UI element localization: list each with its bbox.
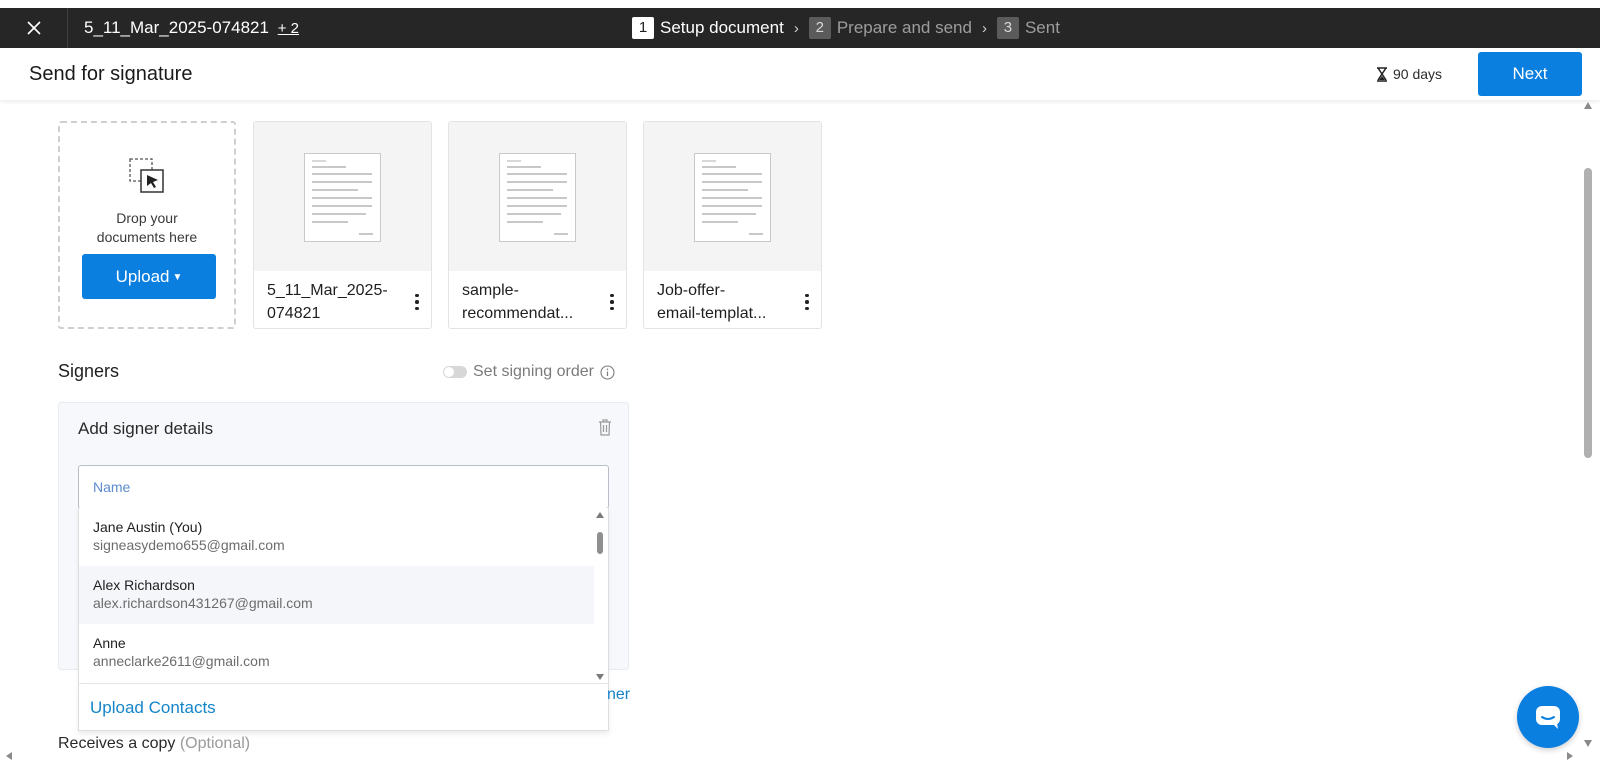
signing-order-toggle[interactable] (443, 366, 467, 378)
contacts-dropdown: Jane Austin (You) signeasydemo655@gmail.… (78, 508, 609, 683)
hourglass-icon (1377, 66, 1387, 82)
signer-card-title: Add signer details (78, 419, 214, 438)
contact-name: Anne (93, 635, 126, 651)
contact-option[interactable]: Jane Austin (You) signeasydemo655@gmail.… (79, 508, 594, 566)
document-card[interactable]: sample- recommendat... (448, 121, 627, 329)
document-name-line1: 5_11_Mar_2025- (267, 282, 388, 299)
page-title: Send for signature (29, 63, 193, 85)
contact-email: alex.richardson431267@gmail.com (93, 595, 313, 611)
signing-order-control: Set signing order (443, 363, 615, 381)
step-number: 3 (996, 17, 1019, 39)
caret-down-icon: ▼ (172, 271, 183, 283)
dropzone-text: Drop your documents here (60, 209, 234, 247)
upload-contacts-footer: Upload Contacts (78, 683, 609, 731)
add-signer-link[interactable]: ner (607, 686, 630, 704)
step-label: Sent (1024, 18, 1060, 37)
upload-button[interactable]: Upload ▼ (82, 254, 216, 299)
chevron-right-icon: › (981, 19, 987, 37)
document-card[interactable]: Job-offer- email-templat... (643, 121, 822, 329)
upload-label: Upload (115, 266, 170, 286)
receives-copy-heading: Receives a copy (Optional) (58, 735, 250, 753)
document-thumbnail[interactable] (254, 122, 431, 271)
signer-name-input[interactable] (78, 465, 609, 509)
scroll-up-icon[interactable] (1584, 102, 1592, 109)
upload-contacts-link[interactable]: Upload Contacts (90, 698, 216, 718)
close-icon (26, 21, 41, 35)
stepper: 1 Setup document › 2 Prepare and send › … (632, 8, 1060, 48)
close-button[interactable] (0, 8, 68, 48)
scroll-left-icon[interactable] (6, 752, 12, 760)
scroll-right-icon[interactable] (1567, 752, 1573, 760)
document-page-icon (499, 153, 576, 242)
step-number: 1 (632, 17, 654, 39)
scroll-down-icon[interactable] (1584, 740, 1592, 747)
contact-option[interactable]: Alex Richardson alex.richardson431267@gm… (79, 566, 594, 624)
expiry-days: 90 days (1393, 66, 1443, 82)
contact-email: anneclarke2611@gmail.com (93, 653, 270, 669)
document-thumbnail[interactable] (449, 122, 626, 271)
document-name-line1: sample- (462, 282, 519, 299)
more-documents-link[interactable]: + 2 (278, 20, 299, 37)
receives-copy-label: Receives a copy (58, 735, 176, 752)
scroll-down-icon[interactable] (596, 674, 604, 680)
contact-email: signeasydemo655@gmail.com (93, 537, 285, 553)
more-options-icon[interactable] (604, 290, 620, 314)
drag-drop-icon (129, 158, 164, 193)
chat-icon (1536, 706, 1560, 729)
expiry-indicator[interactable]: 90 days (1376, 48, 1442, 100)
document-name-line2: recommendat... (462, 305, 574, 322)
more-options-icon[interactable] (409, 290, 425, 314)
step-label: Setup document (660, 18, 784, 37)
page-header: Send for signature 90 days Next (0, 48, 1600, 100)
info-icon[interactable] (600, 364, 615, 380)
document-thumbnail[interactable] (644, 122, 821, 271)
contact-name: Jane Austin (You) (93, 519, 203, 535)
dropzone-text-line1: Drop your (116, 210, 178, 226)
document-name: sample- recommendat... (462, 279, 602, 325)
scrollbar-thumb[interactable] (597, 532, 603, 554)
step-number: 2 (808, 17, 831, 39)
signers-heading: Signers (58, 361, 120, 381)
document-title: 5_11_Mar_2025-074821 + 2 (84, 8, 299, 48)
step-label: Prepare and send (836, 18, 972, 37)
step-prepare-and-send: 2 Prepare and send (808, 17, 972, 39)
page-scrollbar[interactable] (1581, 100, 1595, 755)
document-name: 5_11_Mar_2025- 074821 (267, 279, 407, 325)
scrollbar-thumb[interactable] (1584, 168, 1592, 458)
chat-button[interactable] (1517, 686, 1579, 748)
optional-label: (Optional) (179, 735, 251, 752)
dropdown-scrollbar[interactable] (594, 512, 606, 680)
document-name-line2: 074821 (267, 305, 321, 322)
document-name-line2: email-templat... (657, 305, 767, 322)
contact-name: Alex Richardson (93, 577, 195, 593)
document-name: 5_11_Mar_2025-074821 (84, 18, 269, 37)
top-bar: 5_11_Mar_2025-074821 + 2 1 Setup documen… (0, 8, 1600, 48)
signing-order-label: Set signing order (473, 363, 594, 380)
dropzone-text-line2: documents here (96, 229, 198, 245)
chevron-right-icon: › (793, 19, 799, 37)
document-card[interactable]: 5_11_Mar_2025- 074821 (253, 121, 432, 329)
scroll-up-icon[interactable] (596, 512, 604, 518)
document-name-line1: Job-offer- (657, 282, 726, 299)
more-options-icon[interactable] (799, 290, 815, 314)
step-sent: 3 Sent (996, 17, 1060, 39)
document-name: Job-offer- email-templat... (657, 279, 797, 325)
contact-option[interactable]: Anne anneclarke2611@gmail.com (79, 624, 594, 682)
trash-icon[interactable] (598, 419, 612, 436)
next-button[interactable]: Next (1478, 52, 1582, 96)
document-page-icon (304, 153, 381, 242)
document-page-icon (694, 153, 771, 242)
step-setup-document: 1 Setup document (632, 17, 784, 39)
document-dropzone[interactable]: Drop your documents here Upload ▼ (58, 121, 236, 329)
